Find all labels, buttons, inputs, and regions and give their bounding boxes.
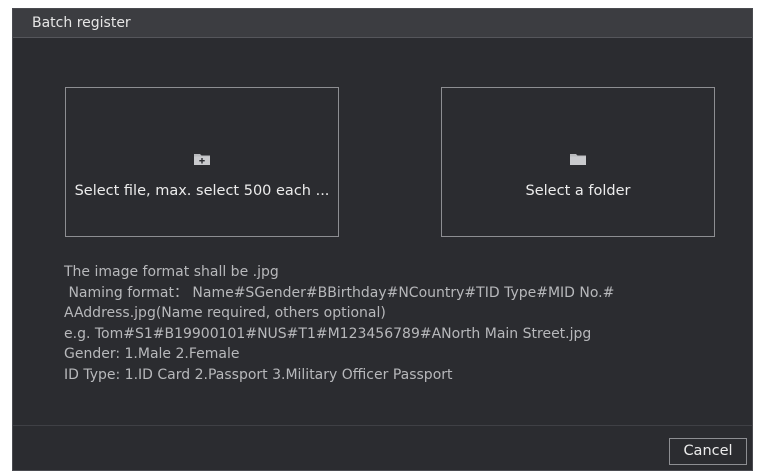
info-line-naming: Naming format： Name#SGender#BBirthday#NC…	[64, 284, 615, 301]
select-file-label: Select file, max. select 500 each ...	[74, 183, 330, 199]
info-line-id-type: ID Type: 1.ID Card 2.Passport 3.Military…	[64, 366, 453, 383]
info-line-example: e.g. Tom#S1#B19900101#NUS#T1#M123456789#…	[64, 325, 592, 342]
cancel-button[interactable]: Cancel	[669, 438, 747, 465]
select-folder-button[interactable]: Select a folder	[441, 87, 715, 237]
info-line-format: The image format shall be .jpg	[64, 264, 279, 280]
batch-register-dialog: Batch register Select file, max. select …	[12, 8, 753, 471]
info-line-naming-cont: AAddress.jpg(Name required, others optio…	[64, 305, 386, 321]
footer-divider	[13, 425, 752, 426]
folder-icon	[570, 154, 586, 165]
select-file-button[interactable]: Select file, max. select 500 each ...	[65, 87, 339, 237]
format-instructions: The image format shall be .jpg Naming fo…	[64, 262, 614, 385]
select-folder-label: Select a folder	[525, 183, 631, 199]
info-line-gender: Gender: 1.Male 2.Female	[64, 346, 240, 362]
dialog-titlebar: Batch register	[13, 9, 752, 38]
dialog-title: Batch register	[32, 15, 131, 31]
add-folder-icon	[194, 154, 210, 165]
